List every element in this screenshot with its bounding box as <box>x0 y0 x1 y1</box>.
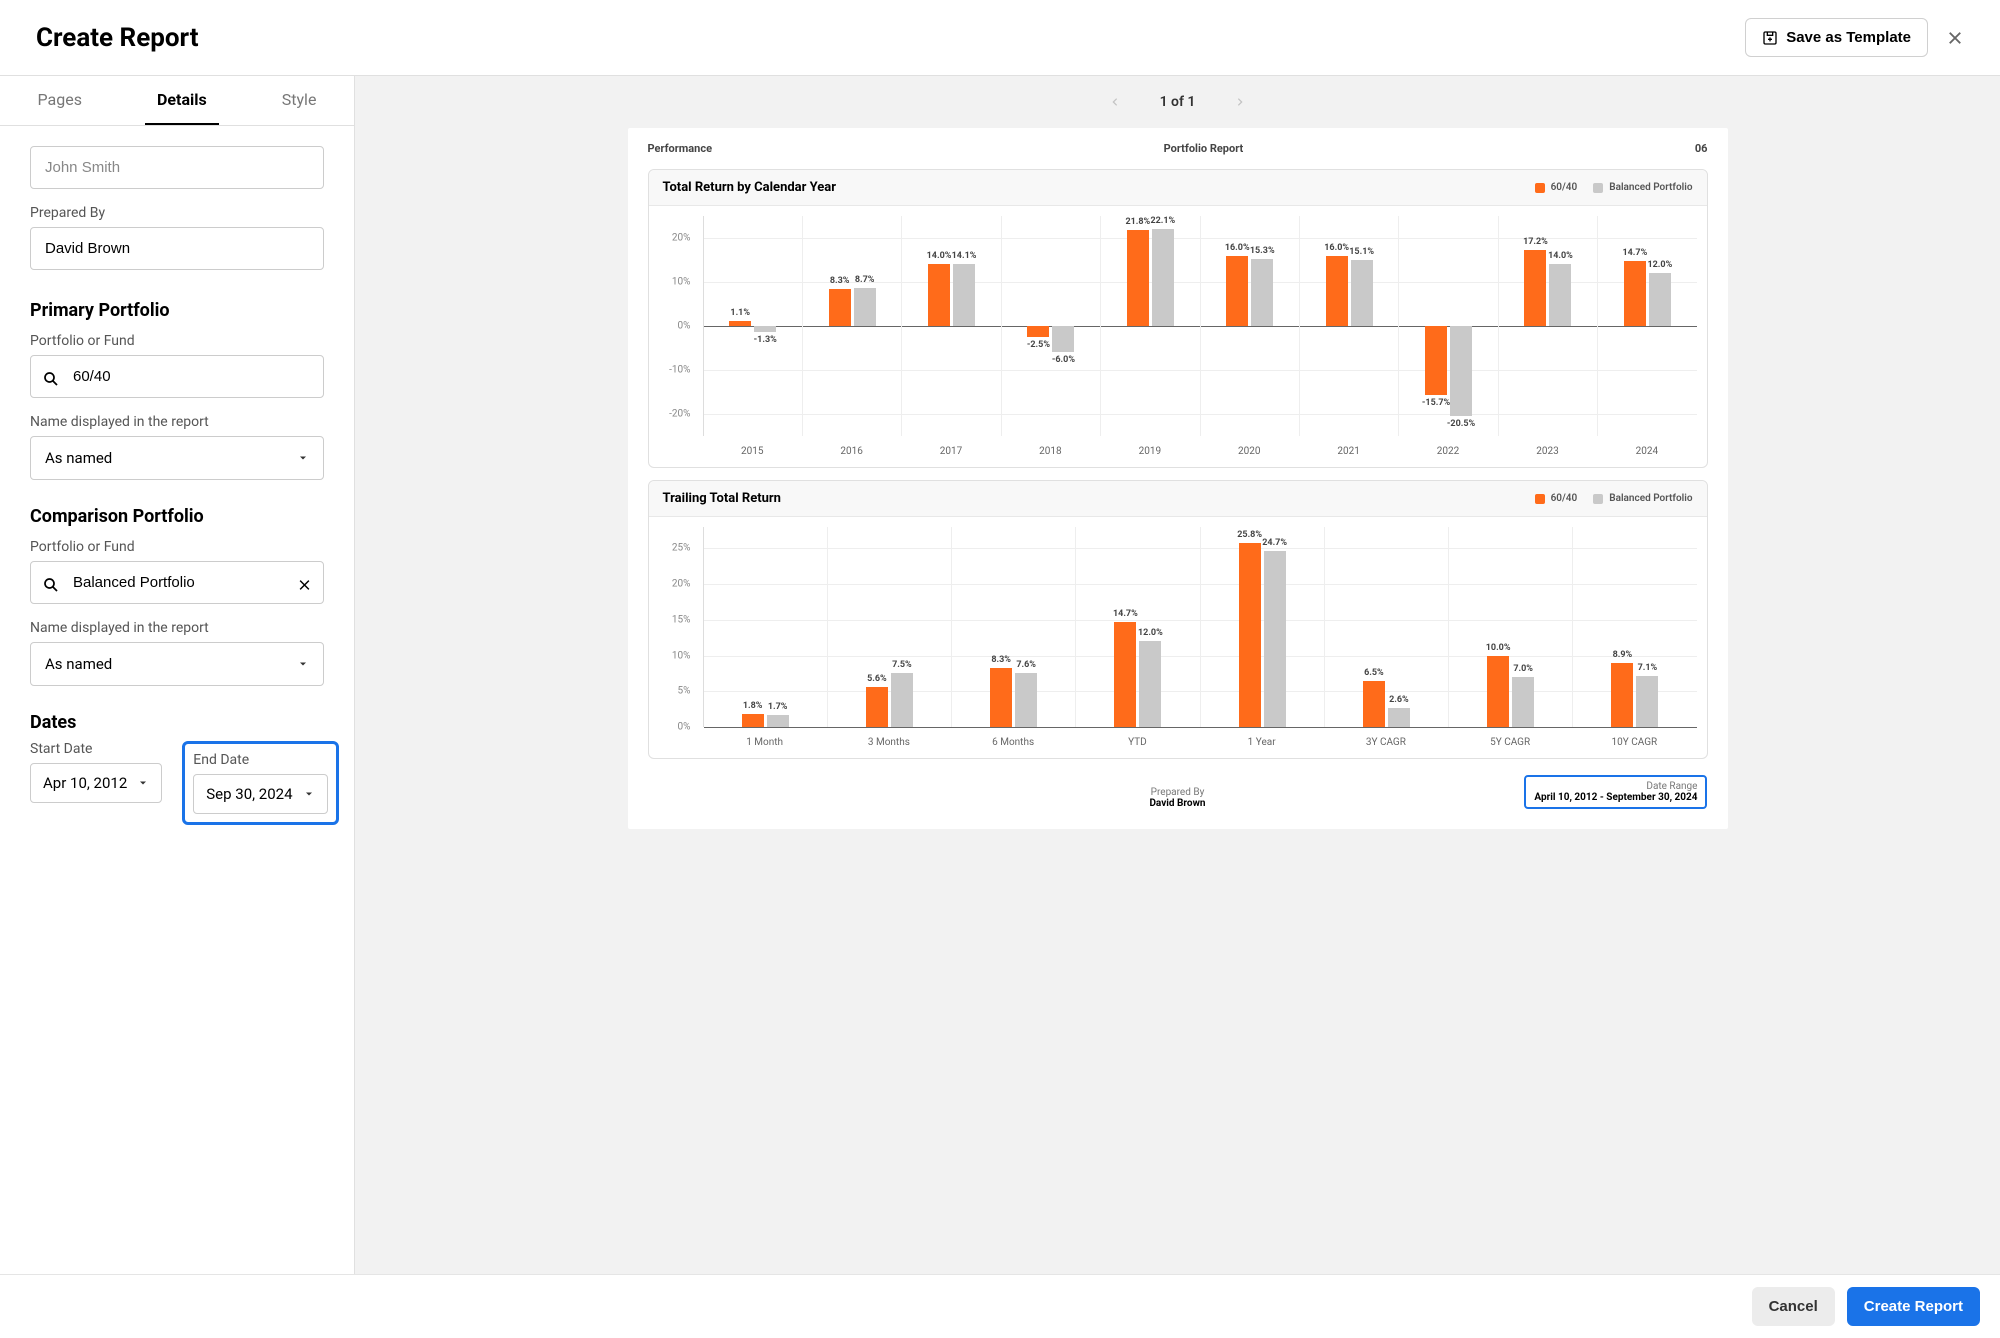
topbar: Create Report Save as Template <box>0 0 2000 76</box>
bottombar: Cancel Create Report <box>0 1274 2000 1338</box>
next-page-button[interactable] <box>1235 95 1245 109</box>
primary-portfolio-field[interactable] <box>30 355 324 398</box>
name-display-label-1: Name displayed in the report <box>30 414 324 430</box>
start-date-label: Start Date <box>30 741 162 757</box>
end-date-label: End Date <box>193 752 327 768</box>
name-display-label-2: Name displayed in the report <box>30 620 324 636</box>
client-name-field[interactable] <box>30 146 324 189</box>
save-icon <box>1762 30 1778 46</box>
tab-style[interactable]: Style <box>270 76 329 125</box>
start-date-picker[interactable]: Apr 10, 2012 <box>30 763 162 803</box>
end-date-picker[interactable]: Sep 30, 2024 <box>193 774 327 814</box>
legend-item: 60/40 <box>1535 182 1578 193</box>
page-title: Create Report <box>36 23 199 53</box>
portfolio-fund-label-1: Portfolio or Fund <box>30 333 324 349</box>
save-template-button[interactable]: Save as Template <box>1745 18 1928 57</box>
prepared-by-field[interactable] <box>30 227 324 270</box>
comparison-portfolio-field[interactable] <box>30 561 324 604</box>
sidebar-tabs: Pages Details Style <box>0 76 354 126</box>
dates-heading: Dates <box>30 712 324 733</box>
prepared-by-foot-label: Prepared By <box>1001 787 1354 798</box>
page-head-right: 06 <box>1695 142 1708 155</box>
search-icon <box>42 576 60 594</box>
portfolio-fund-label-2: Portfolio or Fund <box>30 539 324 555</box>
clear-icon[interactable] <box>297 577 312 592</box>
chart-panel: Trailing Total Return 60/40 Balanced Portf… <box>648 480 1708 759</box>
chart-title: Trailing Total Return <box>663 491 781 506</box>
sidebar: Pages Details Style Prepared By Primary … <box>0 76 355 1274</box>
paginator: 1 of 1 <box>385 76 1970 128</box>
chevron-down-icon <box>297 452 309 464</box>
comparison-name-display-select[interactable]: As named <box>30 642 324 686</box>
search-icon <box>42 370 60 388</box>
close-icon <box>1946 29 1964 47</box>
legend-item: Balanced Portfolio <box>1593 493 1692 504</box>
chevron-down-icon <box>137 777 149 789</box>
tab-pages[interactable]: Pages <box>26 76 94 125</box>
prev-page-button[interactable] <box>1110 95 1120 109</box>
page-indicator: 1 of 1 <box>1160 94 1196 110</box>
chart-panel: Total Return by Calendar Year 60/40 Balanc… <box>648 169 1708 468</box>
date-range-foot-value: April 10, 2012 - September 30, 2024 <box>1534 792 1697 803</box>
page-head-left: Performance <box>648 142 713 155</box>
close-button[interactable] <box>1946 29 1964 47</box>
report-page: Performance Portfolio Report 06 Total Re… <box>628 128 1728 829</box>
page-head-center: Portfolio Report <box>1164 142 1244 155</box>
tab-details[interactable]: Details <box>145 76 219 125</box>
comparison-portfolio-heading: Comparison Portfolio <box>30 506 324 527</box>
chevron-down-icon <box>297 658 309 670</box>
preview-area: 1 of 1 Performance Portfolio Report 06 T… <box>355 76 2000 1274</box>
legend-item: 60/40 <box>1535 493 1578 504</box>
primary-portfolio-heading: Primary Portfolio <box>30 300 324 321</box>
prepared-by-label: Prepared By <box>30 205 324 221</box>
primary-name-display-select[interactable]: As named <box>30 436 324 480</box>
create-report-button[interactable]: Create Report <box>1847 1287 1980 1326</box>
date-range-foot-label: Date Range <box>1534 781 1697 792</box>
chart-title: Total Return by Calendar Year <box>663 180 837 195</box>
chevron-down-icon <box>303 788 315 800</box>
prepared-by-foot-value: David Brown <box>1149 798 1205 809</box>
legend-item: Balanced Portfolio <box>1593 182 1692 193</box>
cancel-button[interactable]: Cancel <box>1752 1287 1835 1326</box>
